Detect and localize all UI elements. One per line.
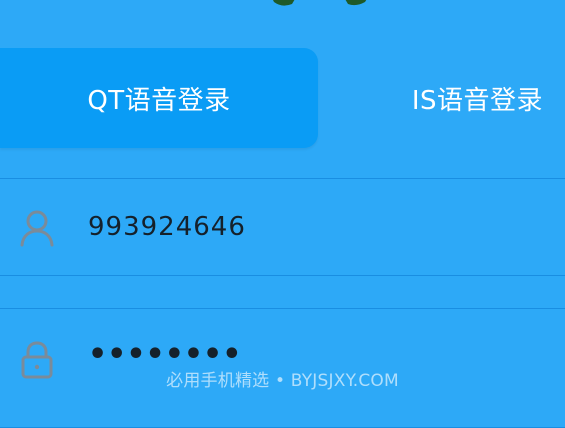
tab-qt-label: QT语音登录 [87,85,231,116]
tab-is-voice-login[interactable]: IS语音登录 [318,48,565,148]
tab-is-label: IS语音登录 [411,85,543,116]
tab-qt-voice-login[interactable]: QT语音登录 [0,48,318,148]
username-field[interactable]: 993924646 [0,178,565,276]
user-icon [20,210,54,247]
logo-fragment [273,0,367,6]
username-value: 993924646 [88,212,246,242]
watermark: 必用手机精选 • BYJSJXY.COM [166,371,399,391]
